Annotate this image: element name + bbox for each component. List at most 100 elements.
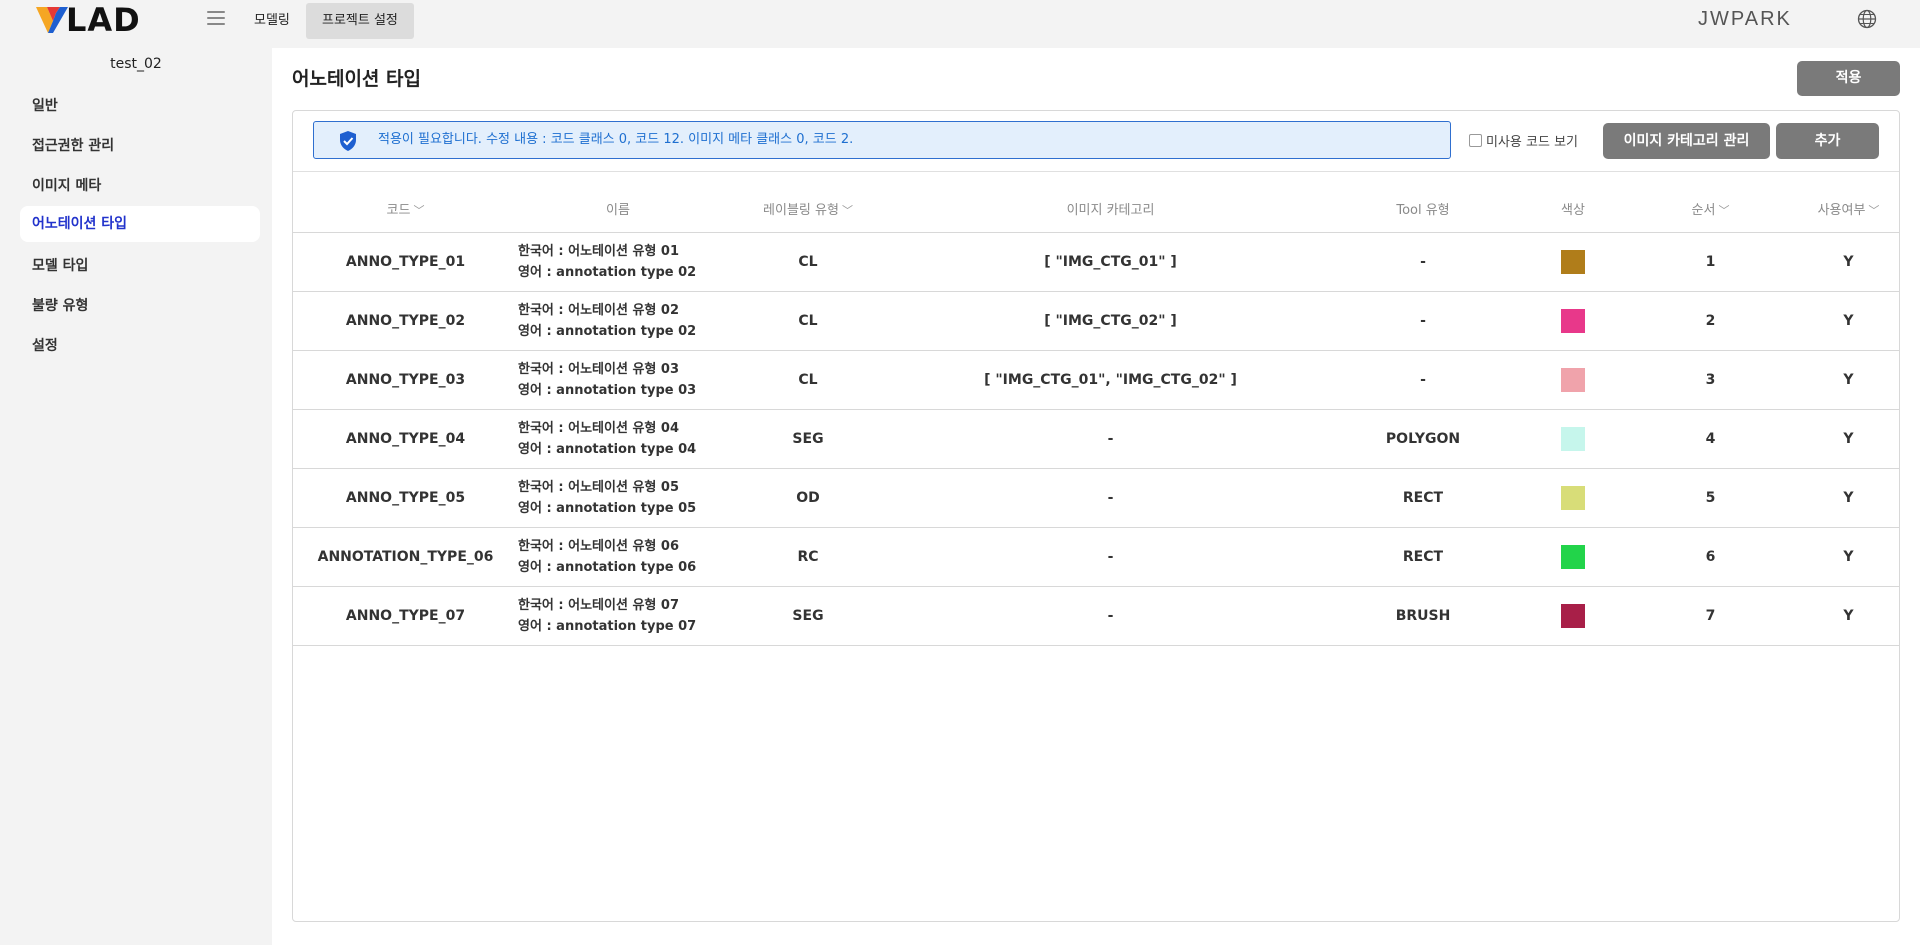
cell-use: Y — [1843, 431, 1854, 447]
cell-image-category: - — [1107, 490, 1114, 506]
color-swatch — [1561, 545, 1585, 569]
table-row[interactable]: ANNO_TYPE_01 한국어 : 어노테이션 유형 01 영어 : annota… — [293, 233, 1899, 292]
table-row[interactable]: ANNO_TYPE_02 한국어 : 어노테이션 유형 02 영어 : annota… — [293, 292, 1899, 351]
table-row[interactable]: ANNO_TYPE_04 한국어 : 어노테이션 유형 04 영어 : annota… — [293, 410, 1899, 469]
cell-label-type: CL — [798, 254, 818, 270]
cell-order: 5 — [1705, 490, 1716, 506]
annotation-type-panel: 적용이 필요합니다. 수정 내용 : 코드 클래스 0, 코드 12. 이미지 … — [292, 110, 1900, 922]
column-header-name: 이름 — [606, 203, 630, 218]
username[interactable]: JWPARK — [1698, 8, 1792, 31]
show-unused-toggle[interactable]: 미사용 코드 보기 — [1469, 131, 1578, 150]
table-row[interactable]: ANNO_TYPE_05 한국어 : 어노테이션 유형 05 영어 : annota… — [293, 469, 1899, 528]
cell-label-type: RC — [797, 549, 819, 565]
table-row[interactable]: ANNO_TYPE_03 한국어 : 어노테이션 유형 03 영어 : annota… — [293, 351, 1899, 410]
cell-color — [1523, 233, 1623, 291]
cell-code: ANNOTATION_TYPE_06 — [317, 549, 494, 565]
cell-use: Y — [1843, 608, 1854, 624]
table-row[interactable]: ANNO_TYPE_07 한국어 : 어노테이션 유형 07 영어 : annota… — [293, 587, 1899, 646]
page-title: 어노테이션 타입 — [292, 68, 421, 90]
cell-color — [1523, 528, 1623, 586]
cell-use: Y — [1843, 372, 1854, 388]
top-bar: LAD 모델링 프로젝트 설정 JWPARK — [0, 0, 1920, 42]
show-unused-label: 미사용 코드 보기 — [1486, 135, 1578, 150]
cell-name: 한국어 : 어노테이션 유형 01 영어 : annotation type 02 — [518, 233, 718, 291]
cell-code: ANNO_TYPE_02 — [345, 313, 466, 329]
column-header-use[interactable]: 사용여부 ﹀ — [1798, 196, 1899, 226]
color-swatch — [1561, 604, 1585, 628]
cell-name: 한국어 : 어노테이션 유형 04 영어 : annotation type 04 — [518, 410, 718, 468]
globe-icon[interactable] — [1857, 9, 1877, 29]
cell-image-category: - — [1107, 608, 1114, 624]
name-english: 영어 : annotation type 05 — [518, 501, 697, 516]
column-header-label-type-label: 레이블링 유형 — [763, 203, 839, 218]
cell-color — [1523, 292, 1623, 350]
cell-color — [1523, 587, 1623, 645]
cell-name: 한국어 : 어노테이션 유형 02 영어 : annotation type 02 — [518, 292, 718, 350]
cell-name: 한국어 : 어노테이션 유형 03 영어 : annotation type 03 — [518, 351, 718, 409]
column-header-order[interactable]: 순서 ﹀ — [1623, 196, 1798, 226]
cell-order: 1 — [1705, 254, 1716, 270]
name-korean: 한국어 : 어노테이션 유형 04 — [518, 421, 679, 436]
cell-tool-type: POLYGON — [1385, 431, 1461, 447]
cell-name: 한국어 : 어노테이션 유형 07 영어 : annotation type 07 — [518, 587, 718, 645]
logo-text: LAD — [66, 1, 141, 39]
name-korean: 한국어 : 어노테이션 유형 02 — [518, 303, 679, 318]
cell-order: 2 — [1705, 313, 1716, 329]
cell-use: Y — [1843, 549, 1854, 565]
name-korean: 한국어 : 어노테이션 유형 07 — [518, 598, 679, 613]
cell-code: ANNO_TYPE_03 — [345, 372, 466, 388]
column-header-label-type[interactable]: 레이블링 유형 ﹀ — [718, 196, 898, 226]
column-header-image-category: 이미지 카테고리 — [1066, 203, 1155, 218]
vlad-logo[interactable]: LAD — [34, 3, 164, 37]
main-content: 어노테이션 타입 적용 적용이 필요합니다. 수정 내용 : 코드 클래스 0,… — [272, 48, 1920, 945]
cell-order: 7 — [1705, 608, 1716, 624]
cell-code: ANNO_TYPE_07 — [345, 608, 466, 624]
name-korean: 한국어 : 어노테이션 유형 03 — [518, 362, 679, 377]
name-english: 영어 : annotation type 07 — [518, 619, 697, 634]
sidebar-item-annotation-type[interactable]: 어노테이션 타입 — [20, 206, 260, 242]
name-korean: 한국어 : 어노테이션 유형 05 — [518, 480, 679, 495]
sidebar: test_02 일반 접근권한 관리 이미지 메타 어노테이션 타입 모델 타입… — [0, 42, 272, 945]
apply-button[interactable]: 적용 — [1797, 61, 1900, 96]
nav-modeling[interactable]: 모델링 — [238, 3, 306, 39]
cell-image-category: - — [1107, 431, 1114, 447]
sidebar-item-access[interactable]: 접근권한 관리 — [20, 128, 260, 164]
notice-banner: 적용이 필요합니다. 수정 내용 : 코드 클래스 0, 코드 12. 이미지 … — [313, 121, 1451, 159]
cell-tool-type: BRUSH — [1395, 608, 1451, 624]
sidebar-item-general[interactable]: 일반 — [20, 88, 260, 124]
notice-text: 적용이 필요합니다. 수정 내용 : 코드 클래스 0, 코드 12. 이미지 … — [378, 132, 854, 147]
color-swatch — [1561, 250, 1585, 274]
cell-tool-type: - — [1420, 313, 1426, 329]
nav-project-settings[interactable]: 프로젝트 설정 — [306, 3, 414, 39]
sidebar-item-defect-type[interactable]: 불량 유형 — [20, 288, 260, 324]
show-unused-checkbox[interactable] — [1469, 134, 1482, 147]
sort-chevron-icon: ﹀ — [1868, 204, 1880, 217]
name-english: 영어 : annotation type 06 — [518, 560, 697, 575]
image-category-manage-button[interactable]: 이미지 카테고리 관리 — [1603, 123, 1770, 159]
sort-chevron-icon: ﹀ — [841, 204, 853, 217]
table-row[interactable]: ANNOTATION_TYPE_06 한국어 : 어노테이션 유형 06 영어 : … — [293, 528, 1899, 587]
cell-code: ANNO_TYPE_01 — [345, 254, 466, 270]
hamburger-icon[interactable] — [207, 11, 225, 25]
color-swatch — [1561, 486, 1585, 510]
shield-check-icon — [340, 131, 356, 151]
cell-tool-type: - — [1420, 372, 1426, 388]
color-swatch — [1561, 309, 1585, 333]
cell-name: 한국어 : 어노테이션 유형 05 영어 : annotation type 05 — [518, 469, 718, 527]
sidebar-item-model-type[interactable]: 모델 타입 — [20, 248, 260, 284]
cell-label-type: OD — [796, 490, 820, 506]
cell-order: 3 — [1705, 372, 1716, 388]
sidebar-item-image-meta[interactable]: 이미지 메타 — [20, 168, 260, 204]
cell-code: ANNO_TYPE_04 — [345, 431, 466, 447]
cell-label-type: SEG — [792, 431, 824, 447]
cell-label-type: CL — [798, 313, 818, 329]
add-button[interactable]: 추가 — [1776, 123, 1879, 159]
name-korean: 한국어 : 어노테이션 유형 06 — [518, 539, 679, 554]
logo-v-icon — [36, 7, 68, 33]
cell-tool-type: RECT — [1402, 490, 1444, 506]
cell-tool-type: RECT — [1402, 549, 1444, 565]
column-header-code[interactable]: 코드 ﹀ — [293, 196, 518, 226]
cell-image-category: [ "IMG_CTG_01" ] — [1044, 254, 1177, 270]
sort-chevron-icon: ﹀ — [1718, 204, 1730, 217]
sidebar-item-settings[interactable]: 설정 — [20, 328, 260, 364]
